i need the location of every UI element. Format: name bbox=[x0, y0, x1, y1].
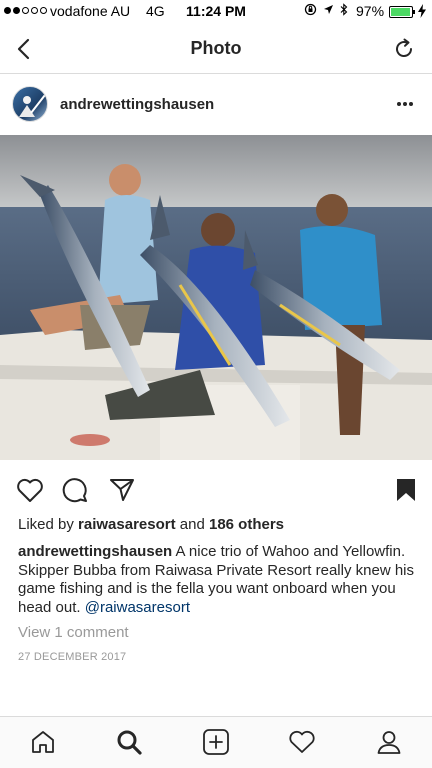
refresh-button[interactable] bbox=[390, 35, 418, 63]
post-actions bbox=[0, 470, 432, 510]
likes-line: Liked by raiwasaresort and 186 others bbox=[18, 516, 284, 533]
plus-square-icon bbox=[203, 729, 229, 755]
fishing-photo-image bbox=[0, 135, 432, 460]
caption-username[interactable]: andrewettingshausen bbox=[18, 543, 172, 560]
tab-profile[interactable] bbox=[374, 727, 404, 757]
refresh-icon bbox=[396, 38, 413, 58]
post-caption: andrewettingshausen A nice trio of Wahoo… bbox=[18, 543, 418, 617]
liked-by-user-link[interactable]: raiwasaresort bbox=[78, 516, 176, 533]
battery-percent: 97% bbox=[356, 3, 385, 19]
likes-connector: and bbox=[179, 516, 205, 533]
battery-icon bbox=[389, 6, 415, 18]
tab-search[interactable] bbox=[114, 727, 144, 757]
comment-button[interactable] bbox=[59, 474, 91, 506]
lock-rotation-icon bbox=[304, 3, 317, 16]
heart-icon bbox=[289, 730, 315, 753]
likes-others-link[interactable]: 186 others bbox=[209, 516, 284, 533]
bottom-tab-bar bbox=[0, 716, 432, 768]
comment-icon bbox=[62, 478, 87, 503]
like-button[interactable] bbox=[14, 474, 46, 506]
post-username[interactable]: andrewettingshausen bbox=[60, 96, 214, 113]
caption-mention-link[interactable]: @raiwasaresort bbox=[85, 599, 190, 616]
heart-icon bbox=[17, 478, 43, 502]
tab-activity[interactable] bbox=[287, 727, 317, 757]
more-options-button[interactable] bbox=[394, 93, 416, 115]
tab-add[interactable] bbox=[201, 727, 231, 757]
search-icon bbox=[117, 730, 142, 755]
charging-bolt-icon bbox=[418, 4, 426, 18]
save-button[interactable] bbox=[390, 474, 422, 506]
post-date: 27 DECEMBER 2017 bbox=[18, 651, 127, 663]
navigation-bar: Photo bbox=[0, 24, 432, 74]
home-icon bbox=[32, 731, 54, 753]
bluetooth-icon bbox=[340, 3, 348, 16]
share-icon bbox=[110, 479, 134, 501]
location-arrow-icon bbox=[324, 5, 333, 14]
avatar[interactable] bbox=[12, 86, 48, 122]
share-button[interactable] bbox=[106, 474, 138, 506]
profile-icon bbox=[377, 731, 401, 754]
likes-prefix: Liked by bbox=[18, 516, 74, 533]
status-bar: vodafone AU 4G 11:24 PM 97% bbox=[0, 0, 432, 24]
back-button[interactable] bbox=[10, 36, 36, 62]
tab-home[interactable] bbox=[28, 727, 58, 757]
more-dots-icon bbox=[397, 102, 413, 106]
post-photo[interactable] bbox=[0, 135, 432, 460]
chevron-left-icon bbox=[17, 38, 30, 60]
page-title: Photo bbox=[190, 38, 242, 58]
bookmark-icon bbox=[397, 479, 415, 501]
view-comments-link[interactable]: View 1 comment bbox=[18, 624, 129, 641]
post-header: andrewettingshausen bbox=[0, 75, 432, 135]
